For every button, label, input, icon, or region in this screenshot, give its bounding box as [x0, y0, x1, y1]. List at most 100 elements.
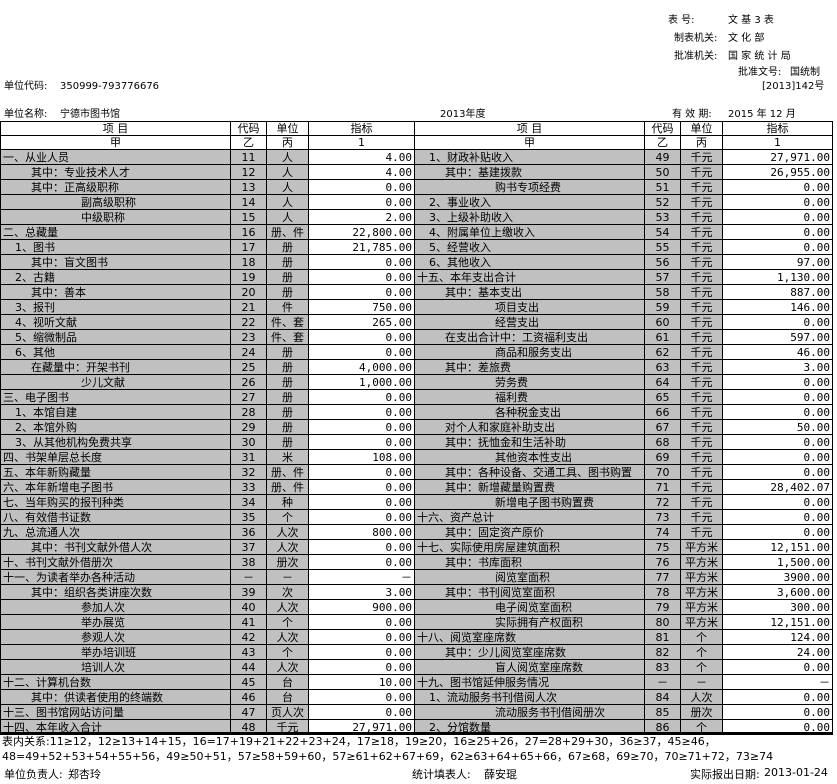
- value-left-cell: 0.00: [308, 704, 415, 720]
- table-row: 六、本年新增电子图书 33 册、件 0.00 其中：新增藏量购置费 71 千元 28,402.…: [0, 479, 833, 495]
- value-right-cell: 0.00: [722, 524, 833, 540]
- code-left-cell: 36: [230, 524, 267, 540]
- column-header: 代码: [644, 121, 681, 136]
- item-left-cell: 举办培训班: [0, 644, 231, 660]
- unit-right-cell: 千元: [680, 344, 723, 360]
- unit-left-cell: 人次: [266, 539, 309, 555]
- unit-left-cell: 人: [266, 194, 309, 210]
- table-row: 5、缩微制品 23 件、套 0.00 在支出合计中：工资福利支出 61 千元 597.00: [0, 329, 833, 345]
- item-right-cell: 1、财政补贴收入: [414, 149, 645, 165]
- value-right-cell: 1,500.00: [722, 554, 833, 570]
- unit-left-cell: 册、件: [266, 479, 309, 495]
- code-right-cell: 54: [644, 224, 681, 240]
- unit-left-cell: 册: [266, 374, 309, 390]
- unit-right-cell: 千元: [680, 329, 723, 345]
- table-row: 6、其他 24 册 0.00 商品和服务支出 62 千元 46.00: [0, 344, 833, 360]
- value-left-cell: 0.00: [308, 479, 415, 495]
- code-left-cell: 37: [230, 539, 267, 555]
- table-row: 其中：书刊文献外借人次 37 人次 0.00 十七、实际使用房屋建筑面积 75 平方米 12,…: [0, 539, 833, 555]
- item-left-cell: 七、当年购买的报刊种类: [0, 494, 231, 510]
- code-left-cell: 40: [230, 599, 267, 615]
- code-right-cell: 73: [644, 509, 681, 525]
- column-header: 项 目: [414, 121, 645, 136]
- code-right-cell: 82: [644, 644, 681, 660]
- item-right-cell: 4、附属单位上缴收入: [414, 224, 645, 240]
- form-no-value: 文 基 3 表: [728, 15, 774, 26]
- value-right-cell: 0.00: [722, 704, 833, 720]
- item-left-cell: 其中：专业技术人才: [0, 164, 231, 180]
- unit-right-cell: 千元: [680, 164, 723, 180]
- column-subheader: 1: [308, 135, 415, 150]
- code-left-cell: 28: [230, 404, 267, 420]
- item-left-cell: 十二、计算机台数: [0, 674, 231, 690]
- table-row: 2、古籍 19 册 0.00 十五、本年支出合计 57 千元 1,130.00: [0, 269, 833, 285]
- table-row: 中级职称 15 人 2.00 3、上级补助收入 53 千元 0.00: [0, 209, 833, 225]
- table-row: 3、报刊 21 件 750.00 项目支出 59 千元 146.00: [0, 299, 833, 315]
- item-left-cell: 1、图书: [0, 239, 231, 255]
- value-left-cell: 0.00: [308, 689, 415, 705]
- unit-left-cell: 人: [266, 179, 309, 195]
- column-header: 指标: [308, 121, 415, 136]
- item-right-cell: 1、流动服务书刊借阅人次: [414, 689, 645, 705]
- item-right-cell: 阅览室面积: [414, 569, 645, 585]
- approve-doc-no: [2013]142号: [762, 81, 825, 92]
- unit-right-cell: 册次: [680, 704, 723, 720]
- value-left-cell: 2.00: [308, 209, 415, 225]
- code-right-cell: 63: [644, 359, 681, 375]
- report-year: 2013年度: [440, 109, 486, 120]
- table-row: 参观人次 42 人次 0.00 十八、阅览室座席数 81 个 124.00: [0, 629, 833, 645]
- table-row: 4、视听文献 22 件、套 265.00 经营支出 60 千元 0.00: [0, 314, 833, 330]
- table-row: 参加人次 40 人次 900.00 电子阅览室面积 79 平方米 300.00: [0, 599, 833, 615]
- code-right-cell: 74: [644, 524, 681, 540]
- unit-right-cell: 人次: [680, 689, 723, 705]
- table-row: 在藏量中：开架书刊 25 册 4,000.00 其中：差旅费 63 千元 3.00: [0, 359, 833, 375]
- item-right-cell: 十八、阅览室座席数: [414, 629, 645, 645]
- code-right-cell: 78: [644, 584, 681, 600]
- code-left-cell: 29: [230, 419, 267, 435]
- item-right-cell: 其中：新增藏量购置费: [414, 479, 645, 495]
- table-body: 一、从业人员 11 人 4.00 1、财政补贴收入 49 千元 27,971.00 其中：专业技…: [0, 149, 833, 735]
- unit-left-cell: 件: [266, 299, 309, 315]
- unit-right-cell: －: [680, 674, 723, 690]
- item-right-cell: 在支出合计中：工资福利支出: [414, 329, 645, 345]
- unit-right-cell: 千元: [680, 359, 723, 375]
- value-left-cell: 0.00: [308, 269, 415, 285]
- value-left-cell: 900.00: [308, 599, 415, 615]
- code-right-cell: 55: [644, 239, 681, 255]
- value-right-cell: 24.00: [722, 644, 833, 660]
- item-right-cell: 5、经营收入: [414, 239, 645, 255]
- table-row: 2、本馆外购 29 册 0.00 对个人和家庭补助支出 67 千元 50.00: [0, 419, 833, 435]
- approve-value: 国 家 统 计 局: [728, 51, 791, 62]
- date-label: 实际报出日期:: [690, 768, 760, 781]
- column-header: 单位: [266, 121, 309, 136]
- value-right-cell: 27,971.00: [722, 149, 833, 165]
- code-right-cell: 60: [644, 314, 681, 330]
- column-header: 指标: [722, 121, 833, 136]
- value-right-cell: 597.00: [722, 329, 833, 345]
- value-right-cell: －: [722, 674, 833, 690]
- code-right-cell: 68: [644, 434, 681, 450]
- head-name: 郑杏玲: [68, 768, 101, 781]
- item-left-cell: 4、视听文献: [0, 314, 231, 330]
- value-left-cell: 0.00: [308, 659, 415, 675]
- code-right-cell: 76: [644, 554, 681, 570]
- value-left-cell: 0.00: [308, 284, 415, 300]
- unit-left-cell: 个: [266, 509, 309, 525]
- item-right-cell: 盲人阅览室座席数: [414, 659, 645, 675]
- relations-label: 表内关系:: [2, 735, 50, 748]
- item-left-cell: 九、总流通人次: [0, 524, 231, 540]
- item-left-cell: 其中：盲文图书: [0, 254, 231, 270]
- item-left-cell: 三、电子图书: [0, 389, 231, 405]
- unit-right-cell: 千元: [680, 194, 723, 210]
- unit-right-cell: 千元: [680, 254, 723, 270]
- value-left-cell: 22,800.00: [308, 224, 415, 240]
- head-label: 单位负责人:: [4, 768, 63, 781]
- unit-right-cell: 个: [680, 644, 723, 660]
- item-right-cell: 商品和服务支出: [414, 344, 645, 360]
- code-left-cell: 34: [230, 494, 267, 510]
- code-left-cell: 14: [230, 194, 267, 210]
- code-left-cell: 42: [230, 629, 267, 645]
- value-left-cell: 1,000.00: [308, 374, 415, 390]
- code-left-cell: 15: [230, 209, 267, 225]
- item-left-cell: 3、报刊: [0, 299, 231, 315]
